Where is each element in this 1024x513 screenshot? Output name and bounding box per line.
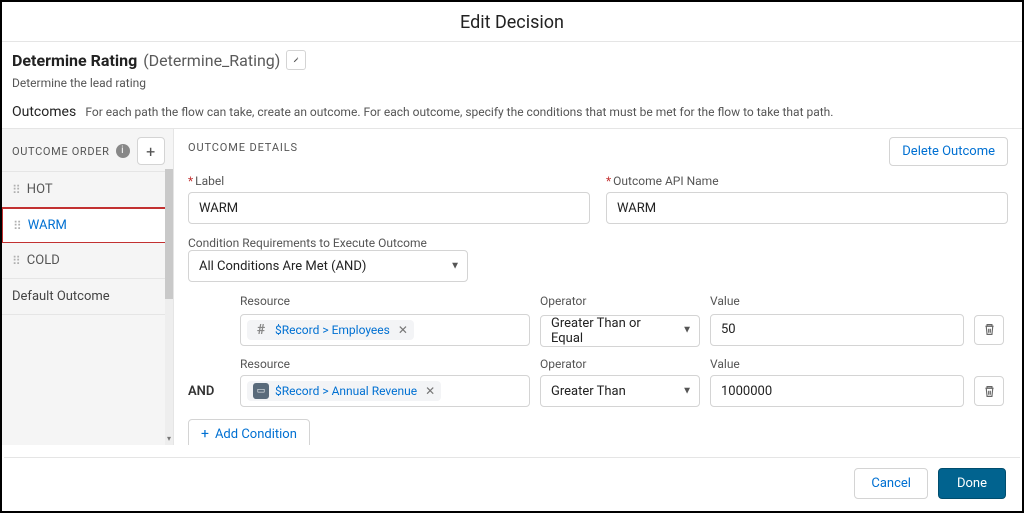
decision-api-name: (Determine_Rating): [143, 51, 280, 70]
drag-handle-icon[interactable]: ⠿: [13, 219, 20, 233]
resource-input[interactable]: ▭ $Record > Annual Revenue ✕: [240, 375, 530, 407]
outcome-order-title: OUTCOME ORDER: [12, 145, 110, 158]
modal-title: Edit Decision: [2, 2, 1022, 41]
operator-select[interactable]: Greater Than: [540, 375, 700, 407]
outcome-order-panel: OUTCOME ORDER i + ⠿ HOT ⠿ WARM ⠿ COLD De…: [2, 129, 174, 445]
trash-icon: [983, 385, 996, 398]
remove-pill-icon[interactable]: ✕: [425, 384, 435, 398]
condition-requirements-label: Condition Requirements to Execute Outcom…: [188, 236, 1008, 250]
logic-and-label: AND: [188, 384, 230, 399]
outcome-item-label: COLD: [27, 253, 60, 268]
outcome-item-default[interactable]: Default Outcome: [2, 279, 173, 315]
trash-icon: [983, 323, 996, 336]
drag-handle-icon[interactable]: ⠿: [12, 183, 19, 197]
edit-name-button[interactable]: [286, 50, 306, 70]
done-button[interactable]: Done: [938, 468, 1006, 499]
outcome-details-title: OUTCOME DETAILS: [188, 137, 298, 154]
value-column-label: Value: [710, 357, 964, 371]
decision-label: Determine Rating: [12, 51, 137, 70]
condition-requirements-select[interactable]: All Conditions Are Met (AND): [188, 250, 468, 282]
add-condition-button[interactable]: + Add Condition: [188, 419, 310, 445]
label-field-label: Label: [195, 174, 224, 188]
condition-row: # $Record > Employees ✕ Greater Than or …: [188, 312, 1008, 347]
value-input[interactable]: [710, 375, 964, 407]
drag-handle-icon[interactable]: ⠿: [12, 254, 19, 268]
resource-input[interactable]: # $Record > Employees ✕: [240, 314, 530, 346]
outcome-item-warm[interactable]: ⠿ WARM: [1, 207, 169, 244]
resource-pill-text: $Record > Employees: [275, 323, 390, 337]
outcomes-section-title: Outcomes: [12, 104, 76, 120]
operator-select[interactable]: Greater Than or Equal: [540, 315, 700, 347]
scrollbar[interactable]: ▾: [165, 169, 173, 445]
outcome-item-label: HOT: [27, 182, 53, 197]
currency-icon: ▭: [253, 383, 269, 399]
label-input[interactable]: [188, 192, 590, 224]
value-input[interactable]: [710, 314, 964, 346]
api-name-input[interactable]: [606, 192, 1008, 224]
value-column-label: Value: [710, 294, 964, 308]
decision-description: Determine the lead rating: [12, 76, 1012, 90]
api-name-field-label: Outcome API Name: [613, 174, 718, 188]
scroll-down-icon[interactable]: ▾: [165, 434, 173, 443]
outcome-item-cold[interactable]: ⠿ COLD: [2, 243, 173, 279]
pencil-icon: [293, 55, 299, 65]
outcomes-section-hint: For each path the flow can take, create …: [85, 105, 833, 119]
delete-outcome-button[interactable]: Delete Outcome: [889, 137, 1008, 166]
dialog-footer: Cancel Done: [4, 457, 1020, 509]
add-outcome-button[interactable]: +: [137, 137, 165, 165]
info-icon[interactable]: i: [116, 144, 130, 158]
number-icon: #: [253, 322, 269, 338]
cancel-button[interactable]: Cancel: [854, 468, 928, 499]
operator-column-label: Operator: [540, 294, 700, 308]
delete-condition-button[interactable]: [974, 376, 1004, 406]
outcome-item-hot[interactable]: ⠿ HOT: [2, 172, 173, 208]
remove-pill-icon[interactable]: ✕: [398, 323, 408, 337]
operator-column-label: Operator: [540, 357, 700, 371]
delete-condition-button[interactable]: [974, 315, 1004, 345]
resource-column-label: Resource: [240, 294, 530, 308]
plus-icon: +: [201, 426, 209, 442]
resource-column-label: Resource: [240, 357, 530, 371]
outcome-item-label: WARM: [28, 218, 67, 233]
condition-row: AND ▭ $Record > Annual Revenue ✕ Greater…: [188, 375, 1008, 407]
resource-pill-text: $Record > Annual Revenue: [275, 384, 417, 398]
scrollbar-thumb[interactable]: [165, 169, 173, 299]
